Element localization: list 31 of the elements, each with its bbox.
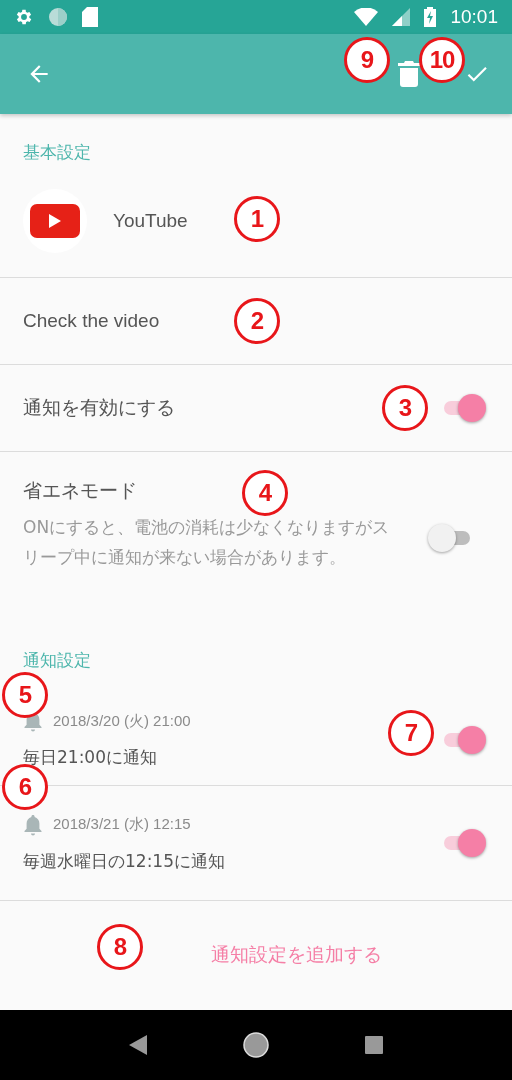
trash-icon xyxy=(398,61,420,87)
signal-icon xyxy=(392,8,411,26)
callout-number: 5 xyxy=(2,672,48,718)
bell-icon xyxy=(23,813,43,836)
clock-time: 10:01 xyxy=(450,6,498,28)
reminder-text: 毎週水曜日の12:15に通知 xyxy=(23,849,226,873)
reminder-date: 2018/3/21 (水) 12:15 xyxy=(53,815,191,834)
circle-icon xyxy=(48,7,68,27)
callout-number: 1 xyxy=(234,196,280,242)
gear-icon xyxy=(14,7,34,27)
reminder-date: 2018/3/20 (火) 21:00 xyxy=(53,711,191,731)
callout-number: 4 xyxy=(242,470,288,516)
setting-description: ONにすると、電池の消耗は少なくなりますがスリープ中に通知が来ない場合があります。 xyxy=(23,516,391,569)
callout-number: 3 xyxy=(382,385,428,431)
callout-number: 2 xyxy=(234,298,280,344)
app-name: YouTube xyxy=(113,209,188,232)
section-header: 基本設定 xyxy=(23,141,91,164)
setting-label: 通知を有効にする xyxy=(23,395,175,420)
sd-card-icon xyxy=(82,7,98,27)
callout-number: 6 xyxy=(2,764,48,810)
home-nav-icon[interactable] xyxy=(243,1032,269,1058)
setting-label: 省エネモード xyxy=(23,478,137,503)
play-icon xyxy=(30,203,80,238)
callout-number: 8 xyxy=(97,924,143,970)
battery-icon xyxy=(424,7,437,27)
wifi-icon xyxy=(354,8,379,26)
callout-number: 7 xyxy=(388,710,434,756)
back-nav-icon[interactable] xyxy=(129,1035,147,1055)
title-field[interactable]: Check the video xyxy=(23,310,160,332)
delete-button[interactable] xyxy=(398,61,420,87)
section-header: 通知設定 xyxy=(23,649,91,672)
